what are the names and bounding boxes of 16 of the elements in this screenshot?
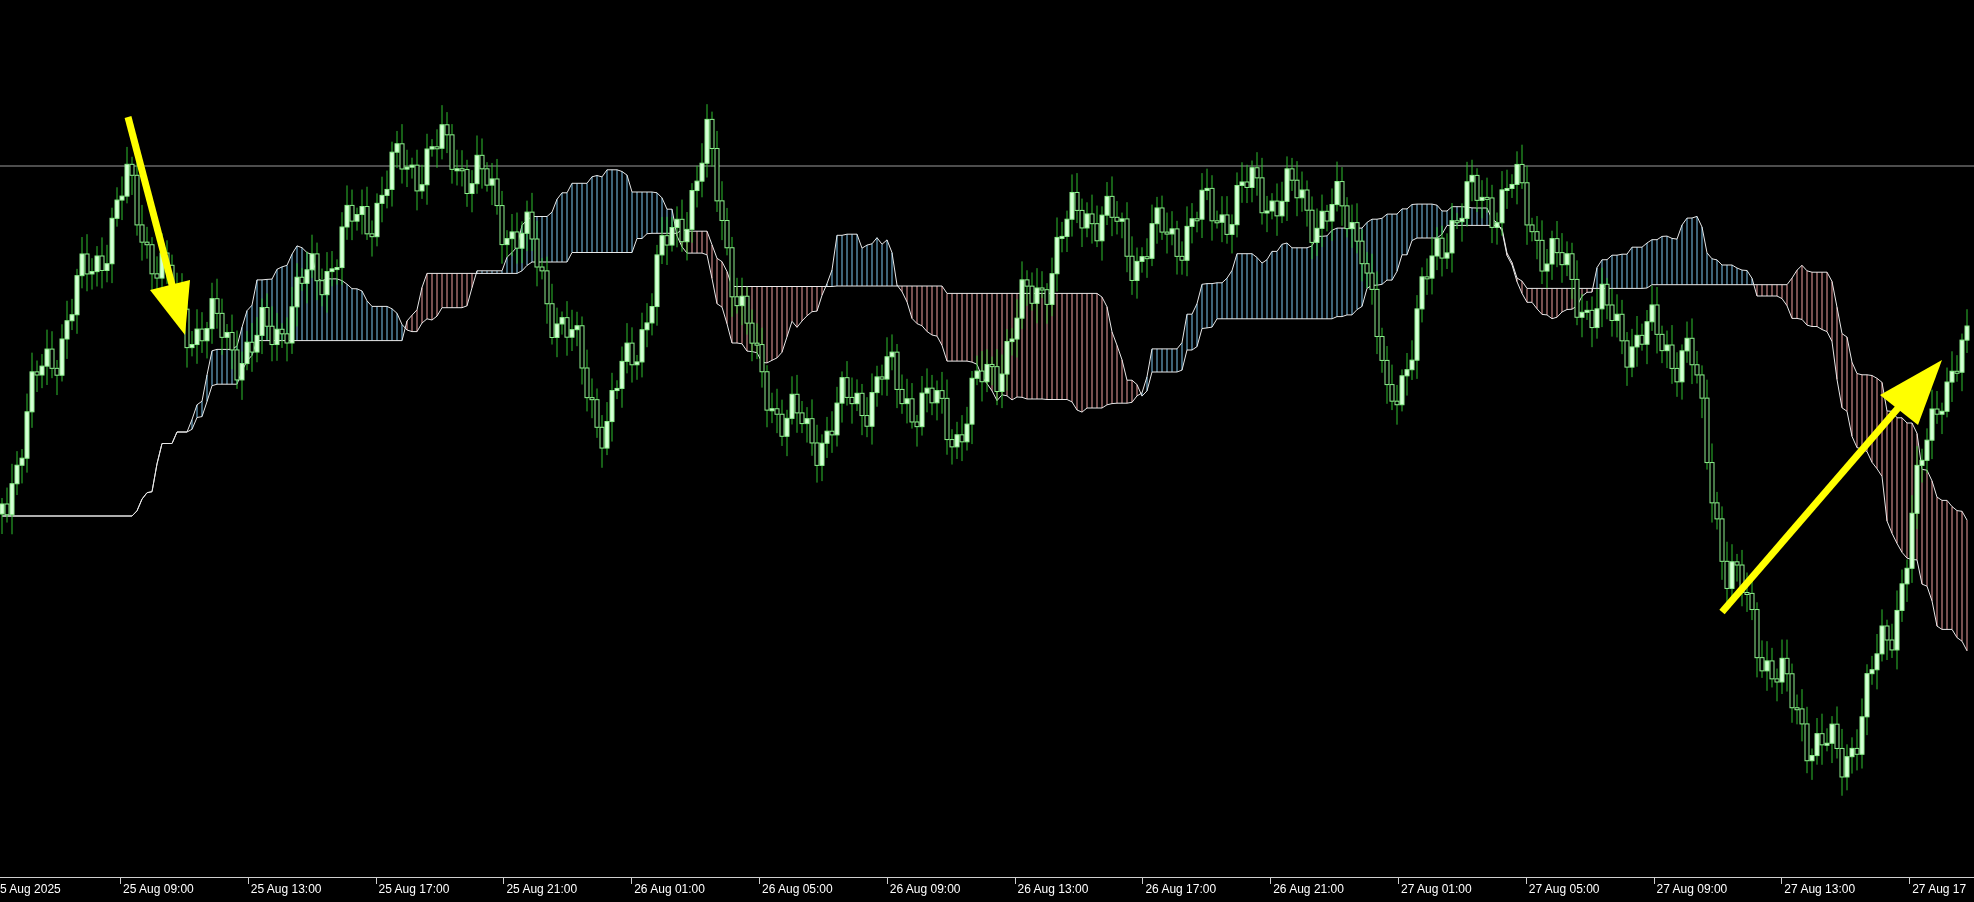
time-axis-label: 26 Aug 17:00 [1145, 882, 1217, 896]
time-axis-label: 25 Aug 09:00 [123, 882, 194, 896]
time-axis-label: 27 Aug 17 [1912, 882, 1967, 896]
time-axis-label: 27 Aug 09:00 [1656, 882, 1728, 896]
time-axis-label: 26 Aug 21:00 [1273, 882, 1344, 896]
time-axis-label: 26 Aug 13:00 [1017, 882, 1089, 896]
time-axis-label: 27 Aug 01:00 [1400, 882, 1472, 896]
time-axis-label: 26 Aug 09:00 [889, 882, 961, 896]
time-axis-label: 25 Aug 21:00 [506, 882, 578, 896]
time-axis-label: 26 Aug 05:00 [762, 882, 833, 896]
time-axis-label: 25 Aug 13:00 [250, 882, 322, 896]
time-axis-label: 27 Aug 05:00 [1528, 882, 1600, 896]
time-axis-label: 5 Aug 2025 [0, 882, 61, 896]
time-axis-label: 25 Aug 17:00 [378, 882, 450, 896]
time-axis-label: 26 Aug 01:00 [634, 882, 705, 896]
time-axis-label: 27 Aug 13:00 [1784, 882, 1856, 896]
